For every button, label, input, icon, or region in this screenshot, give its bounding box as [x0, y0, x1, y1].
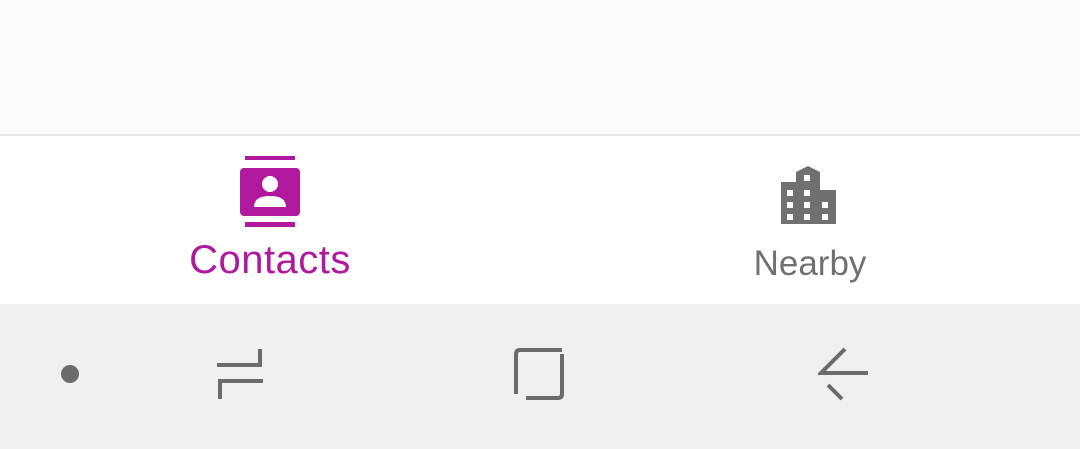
app-screen: Contacts Nearby [0, 0, 1080, 449]
tab-label-nearby: Nearby [753, 244, 867, 283]
show-hide-dot-button[interactable] [40, 304, 100, 449]
system-navigation-bar [0, 304, 1080, 449]
back-arrow-icon [816, 347, 870, 406]
building-icon [781, 166, 839, 224]
home-button[interactable] [490, 304, 590, 449]
recents-icon [215, 347, 265, 406]
bottom-navigation-bar: Contacts Nearby [0, 134, 1080, 304]
tab-label-contacts: Contacts [189, 238, 351, 282]
recents-button[interactable] [190, 304, 290, 449]
home-square-icon [514, 348, 566, 405]
content-area [0, 0, 1080, 134]
dot-icon [60, 364, 80, 389]
tab-contacts[interactable]: Contacts [0, 136, 540, 304]
contacts-book-icon [239, 156, 301, 228]
back-button[interactable] [794, 304, 894, 449]
tab-nearby[interactable]: Nearby [540, 136, 1080, 304]
